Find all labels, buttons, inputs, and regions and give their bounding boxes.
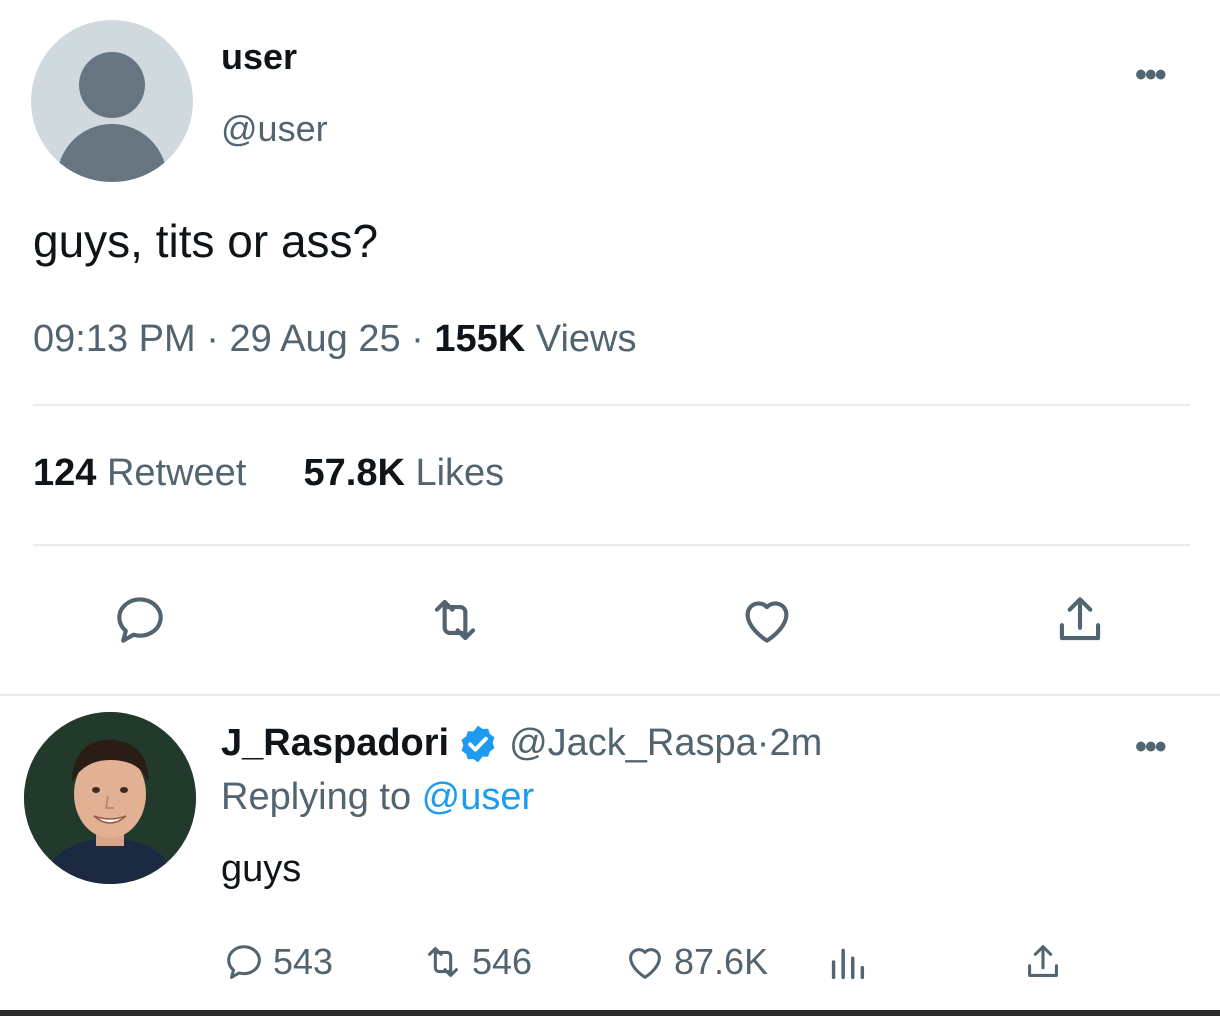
reply-share-button[interactable] xyxy=(1020,935,1072,989)
retweets-stat[interactable]: 124 Retweet xyxy=(33,452,246,494)
likes-stat[interactable]: 57.8K Likes xyxy=(304,452,505,494)
reply-button[interactable] xyxy=(105,585,175,655)
reply-time[interactable]: 2m xyxy=(769,722,822,765)
player-photo xyxy=(24,712,196,884)
share-upload-icon xyxy=(1028,945,1058,977)
bottom-edge xyxy=(0,1010,1220,1016)
retweet-button[interactable] xyxy=(420,585,490,655)
divider xyxy=(33,404,1190,406)
reply-like-button[interactable]: 87.6K xyxy=(622,935,768,989)
reply-text: guys xyxy=(221,848,302,890)
reply-count: 543 xyxy=(273,941,334,982)
retweet-arrows-icon xyxy=(428,947,458,977)
bar-chart-icon xyxy=(831,948,865,980)
reply-author-name[interactable]: J_Raspadori xyxy=(221,722,449,765)
likes-label: Likes xyxy=(404,452,505,494)
engagement-stats: 124 Retweet 57.8K Likes xyxy=(33,452,504,495)
reply-separator: · xyxy=(756,722,770,764)
retweet-label: Retweet xyxy=(96,452,247,494)
retweet-arrows-icon xyxy=(434,599,476,641)
replying-to: Replying to @user xyxy=(221,776,534,819)
reply-author-avatar[interactable] xyxy=(24,712,196,884)
heart-icon xyxy=(629,948,661,979)
replying-prefix: Replying to xyxy=(221,776,422,818)
heart-icon xyxy=(745,601,789,643)
meta-separator: · xyxy=(400,318,435,360)
reply-views-button[interactable] xyxy=(824,935,876,989)
verified-badge-icon xyxy=(461,725,495,762)
retweet-count: 124 xyxy=(33,452,97,494)
more-options-button[interactable]: ••• xyxy=(1135,58,1167,92)
likes-count: 57.8K xyxy=(303,452,405,494)
avatar-head-shape xyxy=(79,52,145,118)
share-button[interactable] xyxy=(1045,585,1115,655)
share-upload-icon xyxy=(1059,597,1101,641)
tweet-text: guys, tits or ass? xyxy=(33,215,379,267)
reply-retweet-button[interactable]: 546 xyxy=(420,935,532,989)
meta-separator: · xyxy=(195,318,230,360)
speech-bubble-icon xyxy=(227,945,261,979)
divider xyxy=(33,544,1190,546)
reply-reply-button[interactable]: 543 xyxy=(221,935,333,989)
tweet-date[interactable]: 29 Aug 25 xyxy=(229,318,400,360)
replying-handle-link[interactable]: @user xyxy=(422,776,535,818)
reply-header: J_Raspadori @Jack_Raspa · 2m xyxy=(221,722,822,765)
like-button[interactable] xyxy=(732,585,802,655)
like-count: 87.6K xyxy=(674,941,769,982)
author-name[interactable]: user xyxy=(221,36,297,78)
retweet-count: 546 xyxy=(472,941,533,982)
reply-more-options-button[interactable]: ••• xyxy=(1135,730,1167,764)
divider xyxy=(0,694,1220,696)
author-handle[interactable]: @user xyxy=(221,108,328,150)
tweet-time[interactable]: 09:13 PM xyxy=(33,318,196,360)
tweet-meta: 09:13 PM · 29 Aug 25 · 155K Views xyxy=(33,318,636,361)
author-avatar[interactable] xyxy=(31,20,193,182)
views-label: Views xyxy=(525,318,637,360)
reply-author-handle[interactable]: @Jack_Raspa xyxy=(509,722,757,765)
avatar-body-shape xyxy=(57,124,167,182)
speech-bubble-icon xyxy=(117,597,163,643)
views-count: 155K xyxy=(434,318,526,360)
